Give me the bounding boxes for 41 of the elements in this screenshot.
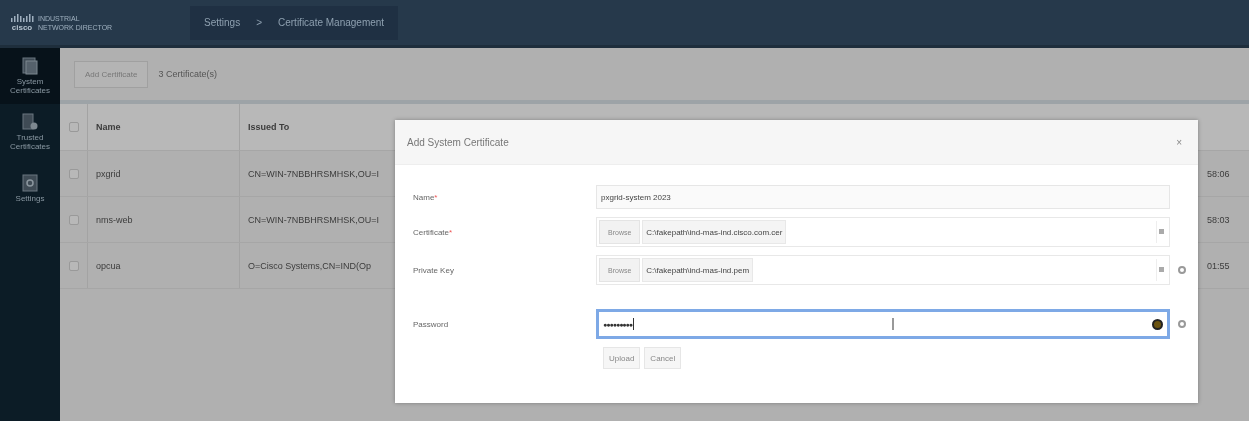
breadcrumb-item[interactable]: Certificate Management xyxy=(278,17,385,28)
cancel-button[interactable]: Cancel xyxy=(644,347,682,369)
table-cell: CN=WIN-7NBBHRSMHSK,OU=I xyxy=(248,214,380,225)
select-all-checkbox[interactable] xyxy=(68,122,79,132)
certificate-count: 3 Certificate(s) xyxy=(158,69,217,79)
file-name: C:\fakepath\ind-mas-ind.cisco.com.cer xyxy=(642,220,787,244)
field-label: Password xyxy=(413,319,449,329)
row-checkbox[interactable] xyxy=(68,168,79,179)
sidebar-item[interactable]: Trusted Certificates xyxy=(0,104,60,160)
table-cell: CN=WIN-7NBBHRSMHSK,OU=I xyxy=(248,168,380,179)
sidebar-item[interactable]: Settings xyxy=(0,160,60,216)
row-checkbox[interactable] xyxy=(68,214,79,225)
logo-text: cisco xyxy=(11,22,33,32)
settings-icon xyxy=(22,173,38,192)
file-name: C:\fakepath\ind-mas-ind.pem xyxy=(642,258,754,282)
sidebar-item[interactable]: System Certificates xyxy=(0,48,60,104)
breadcrumb-item[interactable]: > xyxy=(256,17,262,28)
close-button[interactable]: × xyxy=(1172,134,1186,150)
dialog-title: Add System Certificate xyxy=(407,136,509,148)
breadcrumb-item[interactable]: Settings xyxy=(204,17,241,28)
table-cell: pxgrid xyxy=(96,168,121,179)
name-input[interactable]: pxgrid-system 2023 xyxy=(596,185,1170,209)
logo-icon xyxy=(10,13,34,23)
field-label: Certificate xyxy=(413,227,449,237)
table-cell: 58:03 xyxy=(1207,214,1230,225)
field-label: Private Key xyxy=(413,265,454,275)
table-cell: opcua xyxy=(96,260,121,271)
upload-button[interactable]: Upload xyxy=(603,347,641,369)
row-checkbox[interactable] xyxy=(68,260,79,271)
table-cell: 58:06 xyxy=(1207,168,1230,179)
column-header[interactable]: Name xyxy=(88,104,240,150)
document-icon xyxy=(22,57,38,75)
required-mark: * xyxy=(449,227,453,237)
document-icon xyxy=(22,113,38,131)
text-cursor-icon xyxy=(892,318,895,330)
table-cell: 01:55 xyxy=(1207,260,1230,271)
table-cell: nms-web xyxy=(96,214,133,225)
table-cell: O=Cisco Systems,CN=IND(Op xyxy=(248,260,372,271)
info-icon[interactable] xyxy=(1178,266,1186,274)
info-icon[interactable] xyxy=(1178,320,1186,328)
required-mark: * xyxy=(434,192,438,202)
